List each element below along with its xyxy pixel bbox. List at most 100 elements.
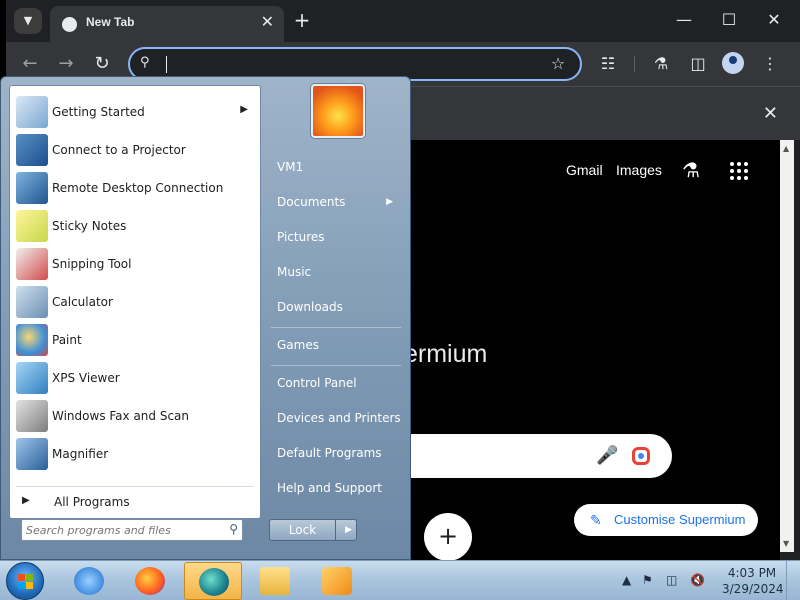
xps-viewer-icon [16, 362, 48, 394]
maximize-icon[interactable]: ☐ [715, 6, 743, 34]
address-input[interactable] [170, 54, 550, 74]
getting-started-icon [16, 96, 48, 128]
reload-icon[interactable]: ↻ [88, 50, 116, 78]
new-tab-button[interactable]: + [290, 7, 314, 33]
all-programs-arrow-icon: ▶ [22, 495, 30, 506]
link-downloads[interactable]: Downloads [269, 292, 403, 322]
show-desktop-button[interactable] [786, 561, 800, 600]
profile-avatar-icon[interactable] [722, 52, 744, 74]
programs-pane: Getting Started ▶ Connect to a Projector… [9, 85, 261, 519]
link-pictures[interactable]: Pictures [269, 222, 403, 252]
brand-logo-text: ermium [404, 340, 488, 368]
firefox-icon [135, 567, 165, 595]
program-remote-desktop[interactable]: Remote Desktop Connection [14, 170, 258, 206]
user-picture[interactable] [311, 84, 365, 138]
back-icon[interactable]: ← [16, 50, 44, 78]
bookmark-star-icon[interactable]: ☆ [544, 50, 572, 78]
program-label: XPS Viewer [52, 371, 120, 385]
sticky-notes-icon [16, 210, 48, 242]
program-label: Calculator [52, 295, 113, 309]
side-panel-icon[interactable]: ◫ [684, 50, 712, 78]
scroll-down-icon[interactable]: ▼ [783, 539, 789, 548]
submenu-arrow-icon: ▶ [240, 104, 248, 115]
search-programs-box[interactable]: ⚲ [21, 519, 243, 541]
search-programs-input[interactable] [26, 522, 216, 538]
link-label: Documents [277, 195, 346, 209]
program-connect-projector[interactable]: Connect to a Projector [14, 132, 258, 168]
taskbar-browser-active[interactable] [184, 562, 242, 600]
window-close-icon[interactable]: ✕ [760, 6, 788, 34]
program-paint[interactable]: Paint [14, 322, 258, 358]
images-link[interactable]: Images [616, 162, 662, 178]
link-documents[interactable]: Documents ▶ [269, 187, 403, 217]
program-snipping-tool[interactable]: Snipping Tool [14, 246, 258, 282]
voice-search-icon[interactable]: 🎤 [596, 445, 618, 466]
taskbar: ▲ ⚑ ◫ 🔇 4:03 PM 3/29/2024 [0, 560, 800, 600]
lock-button[interactable]: Lock ▶ [269, 519, 357, 541]
program-xps-viewer[interactable]: XPS Viewer [14, 360, 258, 396]
minimize-icon[interactable]: — [670, 6, 698, 34]
link-control-panel[interactable]: Control Panel [269, 368, 403, 398]
add-shortcut-button[interactable]: + [424, 513, 472, 561]
magnifier-icon [16, 438, 48, 470]
all-programs-button[interactable]: ▶ All Programs [14, 490, 258, 514]
link-music[interactable]: Music [269, 257, 403, 287]
program-getting-started[interactable]: Getting Started ▶ [14, 94, 258, 130]
program-label: Magnifier [52, 447, 109, 461]
volume-muted-icon[interactable]: 🔇 [690, 573, 705, 587]
lock-label: Lock [270, 520, 336, 540]
program-label: Snipping Tool [52, 257, 132, 271]
tab-title: New Tab [86, 15, 135, 29]
file-explorer-icon [260, 567, 290, 595]
action-center-flag-icon[interactable]: ⚑ [642, 573, 653, 587]
title-bar: ▼ New Tab ✕ + — ☐ ✕ [6, 0, 800, 42]
all-programs-label: All Programs [54, 495, 130, 509]
program-label: Sticky Notes [52, 219, 127, 233]
forward-icon[interactable]: → [52, 50, 80, 78]
submenu-arrow-icon: ▶ [386, 197, 393, 207]
show-hidden-icons-icon[interactable]: ▲ [622, 573, 631, 587]
snipping-tool-icon [16, 248, 48, 280]
link-devices-printers[interactable]: Devices and Printers [269, 403, 403, 433]
programs-divider [16, 486, 254, 487]
program-calculator[interactable]: Calculator [14, 284, 258, 320]
tab-new-tab[interactable]: New Tab ✕ [50, 6, 284, 42]
edge-icon [199, 568, 229, 596]
system-clock[interactable]: 4:03 PM 3/29/2024 [722, 565, 784, 597]
taskbar-firefox[interactable] [121, 562, 179, 600]
tab-close-icon[interactable]: ✕ [261, 12, 274, 31]
right-divider [271, 365, 401, 366]
image-search-icon[interactable] [632, 447, 650, 465]
program-fax-scan[interactable]: Windows Fax and Scan [14, 398, 258, 434]
calculator-icon [16, 286, 48, 318]
search-icon[interactable]: ⚲ [229, 522, 238, 536]
customise-button[interactable]: ✎ Customise Supermium [574, 504, 758, 536]
start-button[interactable] [6, 562, 44, 600]
gmail-link[interactable]: Gmail [566, 162, 603, 178]
network-icon[interactable]: ◫ [666, 573, 677, 587]
taskbar-media-player[interactable] [308, 562, 366, 600]
scroll-up-icon[interactable]: ▲ [783, 144, 789, 153]
tab-search-button[interactable]: ▼ [14, 8, 42, 34]
link-user-folder[interactable]: VM1 [269, 152, 403, 182]
labs-icon[interactable]: ⚗ [647, 50, 675, 78]
link-default-programs[interactable]: Default Programs [269, 438, 403, 468]
clock-date: 3/29/2024 [722, 582, 784, 596]
program-label: Getting Started [52, 105, 145, 119]
link-help-support[interactable]: Help and Support [269, 473, 403, 503]
apps-grid-icon[interactable] [730, 162, 748, 180]
page-scrollbar[interactable]: ▲ ▼ [780, 140, 794, 552]
internet-explorer-icon [74, 567, 104, 595]
projector-icon [16, 134, 48, 166]
link-games[interactable]: Games [269, 330, 403, 360]
customise-label: Customise Supermium [614, 512, 746, 527]
taskbar-internet-explorer[interactable] [60, 562, 118, 600]
taskbar-file-explorer[interactable] [246, 562, 304, 600]
extensions-icon[interactable]: ☷ [594, 50, 622, 78]
search-labs-icon[interactable]: ⚗ [682, 158, 700, 182]
shutdown-options-arrow-icon[interactable]: ▶ [345, 520, 352, 540]
program-magnifier[interactable]: Magnifier [14, 436, 258, 472]
menu-kebab-icon[interactable]: ⋮ [756, 50, 784, 78]
program-sticky-notes[interactable]: Sticky Notes [14, 208, 258, 244]
infobar-close-icon[interactable]: ✕ [763, 103, 778, 124]
